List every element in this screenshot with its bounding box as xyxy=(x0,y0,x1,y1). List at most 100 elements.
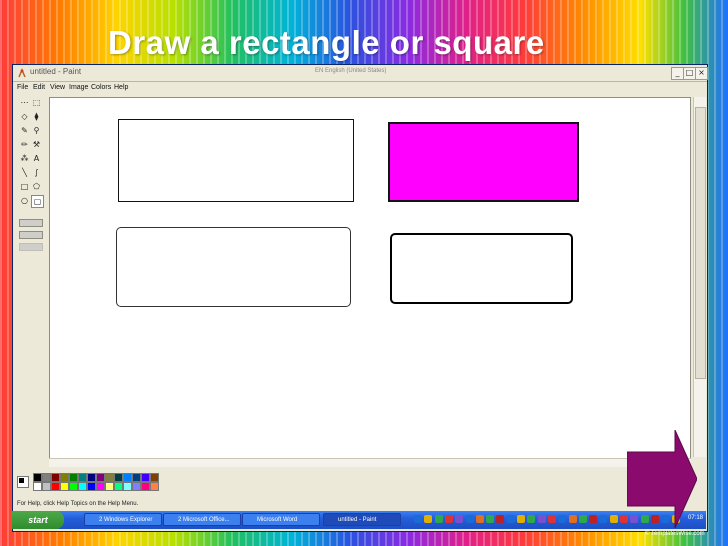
palette-swatch[interactable] xyxy=(114,482,123,491)
palette-swatch[interactable] xyxy=(42,482,51,491)
fill-style-option-filled[interactable] xyxy=(19,243,43,251)
palette-swatch[interactable] xyxy=(150,482,159,491)
paint-window: untitled - Paint EN English (United Stat… xyxy=(12,64,708,532)
task-paint[interactable]: untitled - Paint xyxy=(323,513,401,526)
tray-app-icon[interactable] xyxy=(547,515,556,523)
ellipse-icon[interactable]: ○ xyxy=(19,195,30,206)
drawing-canvas[interactable] xyxy=(49,97,691,459)
color-picker-icon[interactable]: ✎ xyxy=(19,125,30,136)
drawn-rectangle-outline xyxy=(118,119,354,202)
text-tool-icon[interactable]: A xyxy=(31,153,42,164)
tray-app-icon[interactable] xyxy=(609,515,618,523)
palette-swatch[interactable] xyxy=(51,482,60,491)
menu-view[interactable]: View xyxy=(50,84,65,91)
menu-colors[interactable]: Colors xyxy=(91,84,111,91)
rectangle-icon[interactable]: □ xyxy=(19,181,30,192)
tray-app-icon[interactable] xyxy=(424,515,433,523)
status-bar-text: For Help, click Help Topics on the Help … xyxy=(17,501,139,507)
drawn-rounded-rectangle-thin xyxy=(116,227,351,307)
tray-app-icon[interactable] xyxy=(414,515,422,523)
next-slide-arrow-icon[interactable] xyxy=(627,430,697,528)
slide-title: Draw a rectangle or square xyxy=(108,24,545,61)
palette-swatch[interactable] xyxy=(60,473,69,482)
eraser-icon[interactable]: ◇ xyxy=(19,111,30,122)
toolbox: ⋯ ⬚ ◇ ⧫ ✎ ⚲ ✏ ⚒ ⁂ A ╲ ∫ □ ⬠ ○ ▢ xyxy=(17,97,45,287)
tray-app-icon[interactable] xyxy=(434,515,443,523)
tray-app-icon[interactable] xyxy=(506,515,515,523)
tray-app-icon[interactable] xyxy=(558,515,567,523)
close-button[interactable]: × xyxy=(695,67,708,80)
tray-app-icon[interactable] xyxy=(455,515,464,523)
palette-swatch[interactable] xyxy=(33,482,42,491)
window-titlebar[interactable]: untitled - Paint EN English (United Stat… xyxy=(13,65,708,82)
vertical-scrollbar[interactable] xyxy=(693,97,706,457)
pencil-icon[interactable]: ✏ xyxy=(19,139,30,150)
taskbar: start 2 Windows Explorer 2 Microsoft Off… xyxy=(12,511,706,529)
tray-app-icon[interactable] xyxy=(537,515,546,523)
line-icon[interactable]: ╲ xyxy=(19,167,30,178)
menu-edit[interactable]: Edit xyxy=(33,84,45,91)
tray-app-icon[interactable] xyxy=(465,515,474,523)
task-windows-explorer[interactable]: 2 Windows Explorer xyxy=(84,513,162,526)
tray-app-icon[interactable] xyxy=(486,515,495,523)
palette-swatch[interactable] xyxy=(69,482,78,491)
vertical-scroll-thumb[interactable] xyxy=(695,107,706,379)
palette-swatch[interactable] xyxy=(87,473,96,482)
palette-swatch[interactable] xyxy=(141,473,150,482)
fill-style-option-filled-outline[interactable] xyxy=(19,231,43,239)
task-microsoft-word[interactable]: Microsoft Word xyxy=(242,513,320,526)
drawn-rectangle-magenta xyxy=(388,122,579,202)
tray-app-icon[interactable] xyxy=(475,515,484,523)
palette-swatch[interactable] xyxy=(78,473,87,482)
credit-text: © TemplatesWise.com xyxy=(645,531,705,537)
tray-app-icon[interactable] xyxy=(517,515,525,523)
palette-swatch[interactable] xyxy=(132,473,141,482)
menu-image[interactable]: Image xyxy=(69,84,88,91)
tray-app-icon[interactable] xyxy=(496,515,505,523)
magnifier-icon[interactable]: ⚲ xyxy=(31,125,42,136)
palette-swatch[interactable] xyxy=(123,482,132,491)
palette-swatch[interactable] xyxy=(69,473,78,482)
tray-app-icon[interactable] xyxy=(589,515,598,523)
curve-icon[interactable]: ∫ xyxy=(31,167,42,178)
polygon-icon[interactable]: ⬠ xyxy=(31,181,42,192)
palette-swatch[interactable] xyxy=(42,473,51,482)
task-microsoft-office[interactable]: 2 Microsoft Office... xyxy=(163,513,241,526)
palette-swatch[interactable] xyxy=(105,482,114,491)
fill-icon[interactable]: ⧫ xyxy=(31,111,42,122)
palette-swatch[interactable] xyxy=(114,473,123,482)
language-bar[interactable]: EN English (United States) xyxy=(315,68,386,74)
rect-select-icon[interactable]: ⬚ xyxy=(31,97,42,108)
palette-swatch[interactable] xyxy=(105,473,114,482)
fill-style-option-outline[interactable] xyxy=(19,219,43,227)
menu-help[interactable]: Help xyxy=(114,84,128,91)
window-title: untitled - Paint xyxy=(30,67,82,76)
palette-swatch[interactable] xyxy=(96,473,105,482)
brush-icon[interactable]: ⚒ xyxy=(31,139,42,150)
start-button[interactable]: start xyxy=(12,511,64,529)
palette-swatch[interactable] xyxy=(51,473,60,482)
palette-swatch[interactable] xyxy=(60,482,69,491)
palette-swatch[interactable] xyxy=(87,482,96,491)
color-palette xyxy=(17,473,177,493)
tray-app-icon[interactable] xyxy=(568,515,577,523)
palette-swatch[interactable] xyxy=(96,482,105,491)
tray-app-icon[interactable] xyxy=(444,515,453,523)
palette-swatch[interactable] xyxy=(132,482,141,491)
rounded-rectangle-icon[interactable]: ▢ xyxy=(31,195,44,208)
free-select-icon[interactable]: ⋯ xyxy=(19,97,30,108)
palette-swatch[interactable] xyxy=(150,473,159,482)
palette-swatch[interactable] xyxy=(123,473,132,482)
tray-app-icon[interactable] xyxy=(599,515,608,523)
palette-swatch[interactable] xyxy=(78,482,87,491)
airbrush-icon[interactable]: ⁂ xyxy=(19,153,30,164)
drawn-rounded-rectangle-thick xyxy=(390,233,573,304)
palette-swatch[interactable] xyxy=(33,473,42,482)
paint-app-icon xyxy=(18,68,26,78)
current-colors[interactable] xyxy=(17,476,29,488)
horizontal-scrollbar[interactable] xyxy=(49,458,691,467)
palette-swatch[interactable] xyxy=(141,482,150,491)
tray-app-icon[interactable] xyxy=(527,515,536,523)
tray-app-icon[interactable] xyxy=(578,515,587,523)
menu-file[interactable]: File xyxy=(17,84,28,91)
